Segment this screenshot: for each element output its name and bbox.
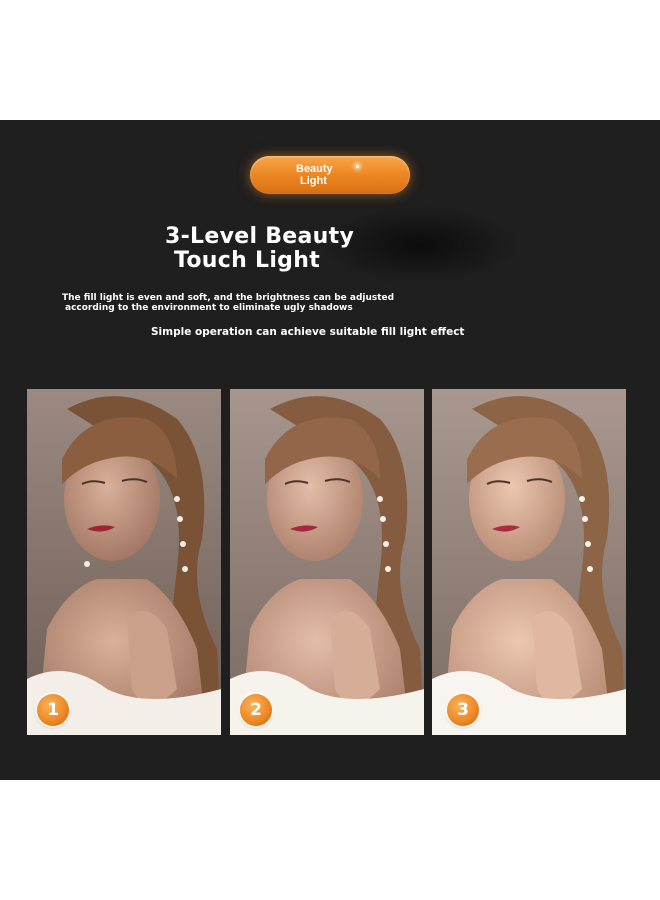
portrait-image xyxy=(27,389,221,735)
level-2-badge: 2 xyxy=(240,694,272,726)
portrait-photo-level-2 xyxy=(230,389,424,735)
badge-line-2: Light xyxy=(300,175,327,187)
portrait-photo-level-1 xyxy=(27,389,221,735)
portrait-image xyxy=(230,389,424,735)
badge-line-1: Beauty xyxy=(296,163,333,175)
promo-panel: Beauty Light 3-Level Beauty Touch Light … xyxy=(0,120,660,780)
heading-line-2: Touch Light xyxy=(174,248,321,273)
level-1-badge: 1 xyxy=(37,694,69,726)
beauty-light-badge: Beauty Light xyxy=(250,156,410,194)
description-line-1: The fill light is even and soft, and the… xyxy=(62,293,395,303)
subheading: Simple operation can achieve suitable fi… xyxy=(151,326,465,338)
portrait-photo-level-3 xyxy=(432,389,626,735)
level-3-badge: 3 xyxy=(447,694,479,726)
portrait-image xyxy=(432,389,626,735)
description-line-2: according to the environment to eliminat… xyxy=(65,303,353,313)
sparkle-icon xyxy=(356,165,359,168)
heading-line-1: 3-Level Beauty xyxy=(165,224,355,249)
